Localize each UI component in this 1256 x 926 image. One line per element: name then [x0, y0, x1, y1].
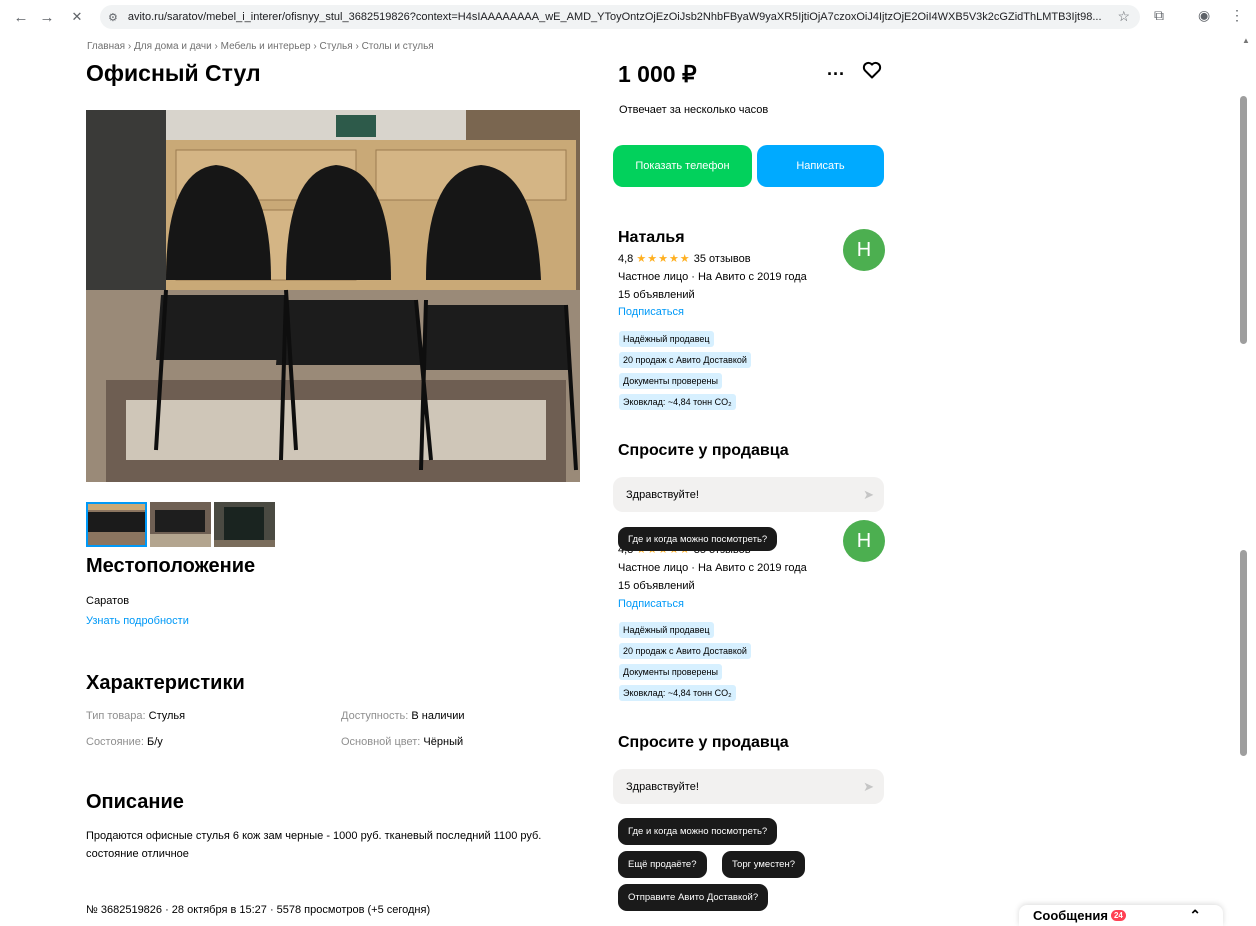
thumbnail-1[interactable] [86, 502, 147, 547]
seller-badge: Эковклад: ~4,84 тонн CO₂ [619, 394, 736, 410]
quick-question-chip[interactable]: Где и когда можно посмотреть? [618, 527, 778, 551]
listing-meta: № 3682519826 · 28 октября в 15:27 · 5578… [86, 904, 431, 916]
breadcrumb-item[interactable]: Главная [87, 41, 125, 52]
spec-item: Доступность: В наличии [341, 710, 465, 722]
seller-badge: Надёжный продавец [619, 622, 714, 638]
write-message-button[interactable]: Написать [757, 145, 884, 187]
ask-message-input[interactable]: Здравствуйте! ➤ [613, 477, 884, 512]
messages-count-badge: 24 [1110, 910, 1126, 921]
description-text: Продаются офисные стулья 6 кож зам черны… [86, 830, 542, 860]
subscribe-link[interactable]: Подписаться [618, 598, 684, 610]
price: 1 000 ₽ [618, 61, 697, 87]
seller-badge: Документы проверены [619, 373, 722, 389]
extensions-icon[interactable]: ⧉ [1154, 7, 1164, 24]
spec-item: Тип товара: Стулья [86, 710, 186, 722]
favorite-heart-icon[interactable] [862, 60, 882, 85]
more-options-icon[interactable]: ··· [827, 64, 845, 85]
rating-stars: ★★★★★ [636, 253, 691, 265]
messages-widget[interactable]: Сообщения 24 ⌃ [1019, 905, 1223, 926]
main-photo[interactable] [86, 110, 580, 482]
scroll-up-arrow-icon[interactable]: ▲ [1242, 36, 1250, 45]
spec-item: Основной цвет: Чёрный [341, 736, 464, 748]
bookmark-star-icon[interactable]: ☆ [1117, 8, 1130, 25]
thumbnail-2[interactable] [150, 502, 211, 547]
quick-question-chip[interactable]: Где и когда можно посмотреть? [618, 818, 778, 845]
show-phone-button[interactable]: Показать телефон [613, 145, 752, 187]
location-heading: Местоположение [86, 555, 256, 577]
specs-heading: Характеристики [86, 672, 245, 694]
url-text: avito.ru/saratov/mebel_i_interer/ofisnyy… [127, 11, 1102, 23]
profile-icon[interactable]: ◉ [1198, 7, 1210, 24]
scrollbar-thumb[interactable] [1240, 96, 1247, 344]
seller-badge: Документы проверены [619, 664, 722, 680]
stop-loading-button[interactable]: ✕ [64, 4, 90, 30]
seller-badge: Эковклад: ~4,84 тонн CO₂ [619, 685, 736, 701]
seller-listings[interactable]: 15 объявлений [618, 289, 695, 301]
thumbnail-3[interactable] [214, 502, 275, 547]
breadcrumb-item[interactable]: Стулья [320, 41, 353, 52]
seller-badge: 20 продаж с Авито Доставкой [619, 352, 751, 368]
reviews-link[interactable]: 35 отзывов [694, 253, 751, 265]
chevron-up-icon[interactable]: ⌃ [1189, 907, 1201, 924]
seller-rating: 4,8 ★★★★★ 35 отзывов [618, 253, 751, 265]
ask-seller-heading: Спросите у продавца [618, 442, 789, 459]
browser-toolbar: ← → ✕ ⚙ avito.ru/saratov/mebel_i_interer… [0, 0, 1256, 34]
messages-label: Сообщения [1033, 908, 1108, 923]
menu-dots-icon[interactable]: ⋮ [1230, 7, 1244, 24]
location-details-link[interactable]: Узнать подробности [86, 615, 189, 627]
seller-badge: Надёжный продавец [619, 331, 714, 347]
quick-question-chip[interactable]: Ещё продаёте? [618, 851, 707, 878]
breadcrumb-item[interactable]: Для дома и дачи [134, 41, 212, 52]
ask-message-input[interactable]: Здравствуйте! ➤ [613, 769, 884, 804]
breadcrumb-item[interactable]: Мебель и интерьер [221, 41, 311, 52]
seller-name[interactable]: Наталья [618, 229, 685, 247]
spec-item: Состояние: Б/у [86, 736, 163, 748]
send-icon[interactable]: ➤ [863, 779, 874, 795]
site-info-icon[interactable]: ⚙ [108, 11, 118, 24]
seller-type: Частное лицо · На Авито с 2019 года [618, 271, 807, 283]
seller-avatar[interactable]: Н [843, 520, 885, 562]
page-title: Офисный Стул [86, 60, 261, 86]
scrollbar-thumb[interactable] [1240, 550, 1247, 756]
breadcrumb-item[interactable]: Столы и стулья [362, 41, 434, 52]
seller-badge: 20 продаж с Авито Доставкой [619, 643, 751, 659]
photo-thumbnails [86, 502, 275, 547]
seller-listings[interactable]: 15 объявлений [618, 580, 695, 592]
quick-question-chip[interactable]: Отправите Авито Доставкой? [618, 884, 769, 911]
quick-question-chip[interactable]: Торг уместен? [722, 851, 805, 878]
seller-avatar[interactable]: Н [843, 229, 885, 271]
breadcrumb: Главная › Для дома и дачи › Мебель и инт… [87, 41, 434, 52]
seller-type: Частное лицо · На Авито с 2019 года [618, 562, 807, 574]
subscribe-link[interactable]: Подписаться [618, 306, 684, 318]
forward-button[interactable]: → [34, 4, 60, 30]
send-icon[interactable]: ➤ [863, 487, 874, 503]
location-city: Саратов [86, 595, 130, 607]
description-heading: Описание [86, 791, 184, 813]
address-bar[interactable]: ⚙ avito.ru/saratov/mebel_i_interer/ofisn… [100, 5, 1140, 29]
ask-seller-heading: Спросите у продавца [618, 734, 789, 751]
back-button[interactable]: ← [8, 4, 34, 30]
response-time: Отвечает за несколько часов [619, 104, 769, 116]
